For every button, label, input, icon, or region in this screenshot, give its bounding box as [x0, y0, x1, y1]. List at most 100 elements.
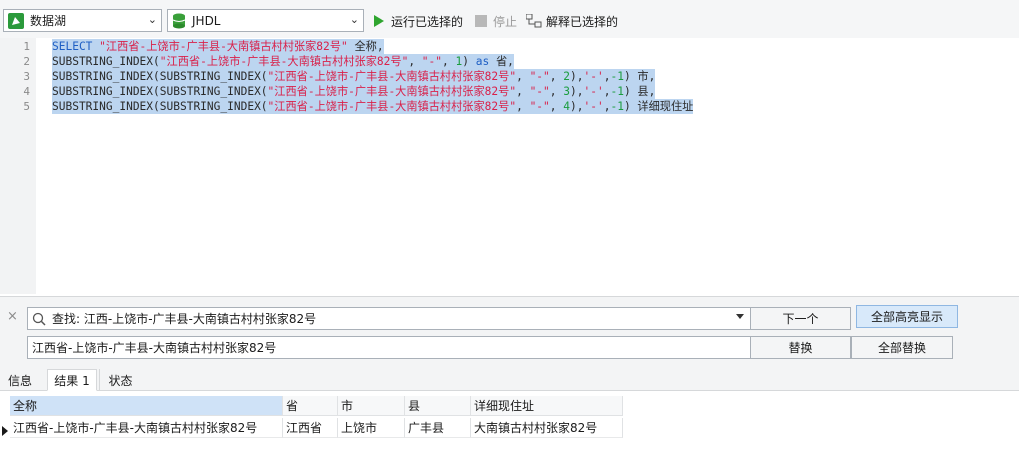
database-select[interactable]: JHDL ⌄ — [167, 9, 364, 32]
sql-string: '-' — [583, 85, 604, 98]
sql-text: SUBSTRING_INDEX(SUBSTRING_INDEX( — [52, 70, 268, 83]
column-header[interactable]: 详细现住址 — [471, 396, 623, 416]
replace-input[interactable]: 江西省-上饶市-广丰县-大南镇古村村张家82号 — [27, 336, 751, 359]
sql-number: 2 — [563, 70, 571, 83]
code-line: SUBSTRING_INDEX(SUBSTRING_INDEX("江西省-上饶市… — [52, 69, 656, 84]
sql-string: "江西省-上饶市-广丰县-大南镇古村村张家82号" — [267, 70, 517, 83]
sql-keyword: as — [475, 55, 490, 68]
tab-result-1[interactable]: 结果 1 — [47, 369, 97, 391]
sql-number: -1 — [610, 100, 624, 113]
sql-text: , — [549, 85, 564, 98]
column-header[interactable]: 全称 — [10, 396, 283, 416]
sql-text: , — [408, 55, 422, 68]
replace-all-button[interactable]: 全部替换 — [851, 336, 953, 359]
search-history-dropdown-icon[interactable] — [736, 314, 744, 319]
run-selected-button[interactable]: 运行已选择的 — [373, 12, 463, 30]
sql-string: "-" — [529, 70, 550, 83]
sql-string: "-" — [529, 100, 550, 113]
tab-status[interactable]: 状态 — [99, 369, 141, 391]
tab-info[interactable]: 信息 — [2, 369, 38, 391]
sql-text: , — [516, 85, 530, 98]
code-line: SUBSTRING_INDEX(SUBSTRING_INDEX("江西省-上饶市… — [52, 84, 656, 99]
replace-all-label: 全部替换 — [877, 341, 926, 355]
database-icon — [172, 13, 186, 28]
stop-button[interactable]: 停止 — [475, 12, 517, 30]
highlight-all-button[interactable]: 全部高亮显示 — [856, 305, 958, 328]
sql-string: '-' — [583, 70, 604, 83]
search-value: 查找: 江西-上饶市-广丰县-大南镇古村村张家82号 — [52, 312, 317, 326]
replace-value: 江西省-上饶市-广丰县-大南镇古村村张家82号 — [32, 341, 277, 355]
column-header[interactable]: 市 — [338, 396, 405, 416]
sql-editor[interactable]: 1 2 3 4 5 SELECT "江西省-上饶市-广丰县-大南镇古村村张家82… — [0, 38, 1019, 294]
tab-label: 状态 — [108, 373, 133, 388]
sql-string: "-" — [421, 55, 443, 68]
run-selected-label: 运行已选择的 — [391, 14, 464, 29]
toolbar: 数据湖 ⌄ JHDL ⌄ 运行已选择的 停止 解释已选择的 — [0, 0, 1019, 38]
chevron-down-icon: ⌄ — [147, 13, 157, 26]
sql-text: 全称, — [347, 40, 384, 53]
sql-number: 4 — [563, 100, 571, 113]
sql-text: ) 详细现住址 — [623, 100, 694, 113]
column-header[interactable]: 县 — [405, 396, 471, 416]
table-cell[interactable]: 江西省 — [283, 418, 338, 438]
results-grid: 全称 省 市 县 详细现住址 江西省-上饶市-广丰县-大南镇古村村张家82号 江… — [0, 391, 1019, 475]
connection-icon — [8, 12, 24, 29]
sql-string: "江西省-上饶市-广丰县-大南镇古村村张家82号" — [267, 85, 517, 98]
sql-text: , — [442, 55, 456, 68]
explain-selected-button[interactable]: 解释已选择的 — [526, 12, 618, 30]
table-cell[interactable]: 广丰县 — [405, 418, 471, 438]
replace-label: 替换 — [788, 341, 813, 355]
sql-number: -1 — [610, 85, 624, 98]
sql-text: SUBSTRING_INDEX(SUBSTRING_INDEX( — [52, 85, 268, 98]
search-icon — [32, 312, 46, 326]
highlight-all-label: 全部高亮显示 — [870, 310, 943, 324]
sql-text: ), — [570, 100, 584, 113]
sql-string: "江西省-上饶市-广丰县-大南镇古村村张家82号" — [159, 55, 409, 68]
sql-text: , — [516, 70, 530, 83]
table-cell[interactable]: 江西省-上饶市-广丰县-大南镇古村村张家82号 — [10, 418, 283, 438]
find-next-label: 下一个 — [782, 312, 819, 326]
line-number-gutter: 1 2 3 4 5 — [0, 38, 36, 294]
sql-text: , — [549, 100, 564, 113]
replace-button[interactable]: 替换 — [750, 336, 851, 359]
sql-text: ) 市, — [623, 70, 656, 83]
connection-label: 数据湖 — [30, 14, 67, 28]
result-tabs: 信息 结果 1 状态 — [0, 366, 1019, 391]
current-row-indicator-icon — [2, 426, 8, 436]
line-number: 4 — [23, 85, 30, 98]
find-replace-bar: × 查找: 江西-上饶市-广丰县-大南镇古村村张家82号 下一个 全部高亮显示 … — [0, 296, 1019, 366]
find-next-button[interactable]: 下一个 — [750, 307, 851, 330]
database-label: JHDL — [192, 13, 221, 28]
chevron-down-icon: ⌄ — [349, 13, 359, 26]
table-cell[interactable]: 大南镇古村村张家82号 — [471, 418, 623, 438]
sql-number: 3 — [563, 85, 571, 98]
sql-text: ) 县, — [623, 85, 656, 98]
tab-label: 信息 — [7, 373, 32, 388]
line-number: 2 — [23, 55, 30, 68]
code-line: SUBSTRING_INDEX(SUBSTRING_INDEX("江西省-上饶市… — [52, 99, 694, 114]
close-icon[interactable]: × — [7, 309, 18, 324]
code-line: SUBSTRING_INDEX("江西省-上饶市-广丰县-大南镇古村村张家82号… — [52, 54, 514, 69]
code-line: SELECT "江西省-上饶市-广丰县-大南镇古村村张家82号" 全称, — [52, 39, 384, 54]
sql-text: ), — [570, 85, 584, 98]
sql-string: '-' — [583, 100, 604, 113]
sql-string: "江西省-上饶市-广丰县-大南镇古村村张家82号" — [267, 100, 517, 113]
sql-text: SUBSTRING_INDEX( — [52, 55, 160, 68]
play-icon — [374, 15, 384, 27]
connection-select[interactable]: 数据湖 ⌄ — [3, 9, 162, 32]
sql-text: SUBSTRING_INDEX(SUBSTRING_INDEX( — [52, 100, 268, 113]
sql-number: -1 — [610, 70, 624, 83]
table-cell[interactable]: 上饶市 — [338, 418, 405, 438]
search-input[interactable]: 查找: 江西-上饶市-广丰县-大南镇古村村张家82号 — [27, 307, 751, 330]
sql-text: ) — [462, 55, 476, 68]
explain-icon — [526, 14, 542, 28]
sql-string: "江西省-上饶市-广丰县-大南镇古村村张家82号" — [99, 40, 348, 53]
sql-keyword: SELECT — [52, 40, 93, 53]
column-header[interactable]: 省 — [283, 396, 338, 416]
sql-text: 省, — [489, 55, 514, 68]
line-number: 5 — [23, 100, 30, 113]
sql-text: , — [549, 70, 564, 83]
sql-string: "-" — [529, 85, 550, 98]
line-number: 1 — [23, 40, 30, 53]
tab-label: 结果 1 — [54, 373, 90, 388]
